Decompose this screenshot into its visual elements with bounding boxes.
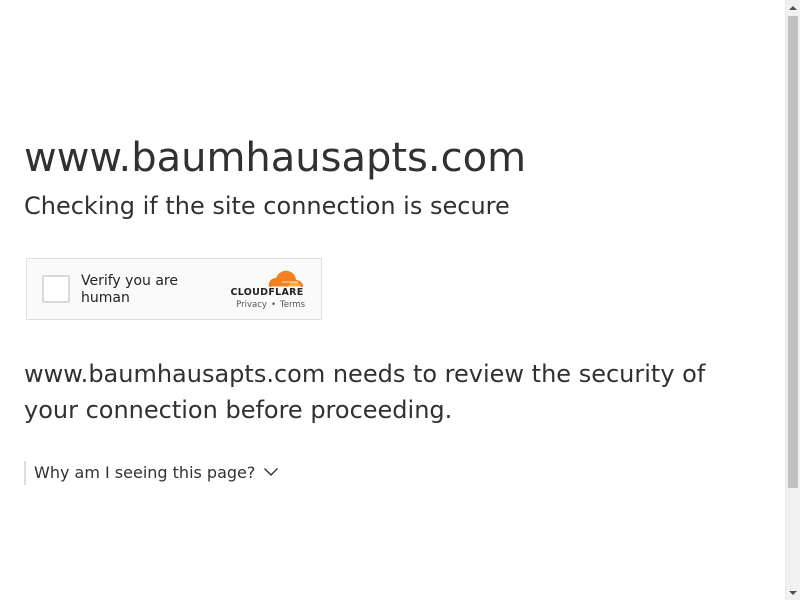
verify-label: Verify you are human bbox=[81, 273, 178, 306]
cloudflare-logo: CLOUDFLARE bbox=[227, 270, 305, 298]
verify-checkbox[interactable] bbox=[42, 275, 70, 303]
why-seeing-label: Why am I seeing this page? bbox=[34, 463, 256, 482]
page-subtitle: Checking if the site connection is secur… bbox=[24, 192, 510, 220]
widget-links: Privacy • Terms bbox=[236, 300, 305, 310]
page-title: www.baumhausapts.com bbox=[24, 135, 527, 181]
vertical-scrollbar[interactable] bbox=[785, 0, 800, 600]
link-separator: • bbox=[270, 300, 276, 310]
chevron-down-icon bbox=[263, 460, 279, 484]
privacy-link[interactable]: Privacy bbox=[236, 300, 267, 310]
scroll-thumb[interactable] bbox=[788, 16, 798, 488]
page: www.baumhausapts.com Checking if the sit… bbox=[0, 0, 800, 600]
security-review-message: www.baumhausapts.com needs to review the… bbox=[24, 360, 706, 424]
scroll-down-arrow-icon[interactable] bbox=[786, 585, 800, 600]
terms-link[interactable]: Terms bbox=[280, 300, 305, 310]
cloudflare-wordmark: CLOUDFLARE bbox=[230, 287, 304, 298]
why-seeing-toggle[interactable]: Why am I seeing this page? bbox=[24, 461, 279, 485]
scroll-up-arrow-icon[interactable] bbox=[786, 0, 800, 15]
cloudflare-challenge-widget: Verify you are human CLOUDFLARE Privacy •… bbox=[26, 258, 322, 320]
cloudflare-cloud-icon bbox=[268, 270, 303, 288]
